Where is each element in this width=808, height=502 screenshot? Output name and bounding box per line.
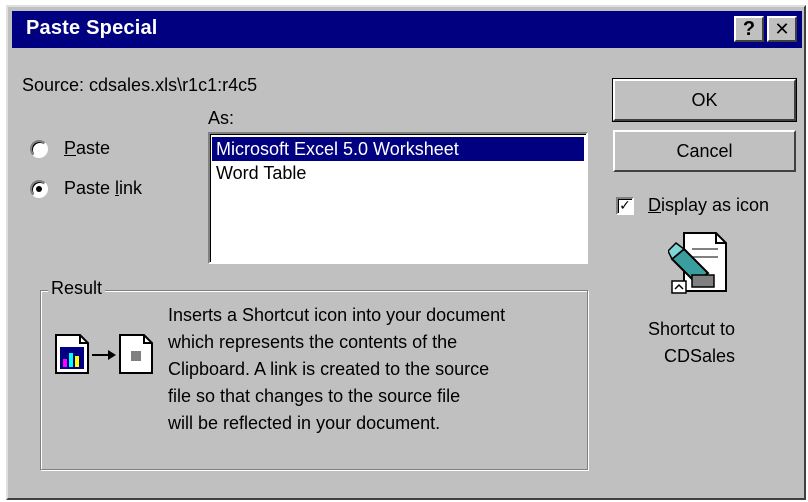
help-button[interactable]: ?	[734, 16, 764, 42]
display-as-icon-label-rest: isplay as icon	[661, 195, 770, 215]
paste-link-radio-label[interactable]: Paste link	[64, 178, 142, 199]
icon-caption-line2: CDSales	[664, 346, 736, 366]
radio-selected-dot	[36, 186, 42, 192]
ok-button[interactable]: OK	[612, 78, 797, 122]
paste-special-dialog: Paste Special ? ✕ Source: cdsales.xls\r1…	[6, 5, 806, 500]
list-item[interactable]: Word Table	[212, 161, 584, 185]
as-label: As:	[208, 108, 235, 128]
title-bar[interactable]: Paste Special ? ✕	[12, 11, 802, 48]
cancel-button[interactable]: Cancel	[613, 130, 796, 172]
display-as-icon-label[interactable]: Display as icon	[648, 195, 769, 216]
result-text-line: which represents the contents of the	[168, 332, 458, 352]
result-text-line: Clipboard. A link is created to the sour…	[168, 359, 490, 379]
paste-radio[interactable]	[30, 140, 48, 158]
paste-link-label-start: Paste	[64, 178, 116, 198]
paste-radio-label-rest: aste	[76, 138, 111, 158]
as-listbox[interactable]: Microsoft Excel 5.0 Worksheet Word Table	[208, 132, 588, 264]
close-button[interactable]: ✕	[767, 16, 797, 42]
result-text-line: Inserts a Shortcut icon into your docume…	[168, 305, 506, 325]
paste-radio-label[interactable]: Paste	[64, 138, 110, 159]
result-text-line: file so that changes to the source file	[168, 386, 461, 406]
list-item[interactable]: Microsoft Excel 5.0 Worksheet	[212, 137, 584, 161]
arrow-icon	[92, 350, 116, 360]
display-as-icon-checkbox[interactable]: ✓	[616, 197, 634, 215]
dialog-title: Paste Special	[26, 17, 158, 39]
paste-link-label-rest: ink	[119, 178, 143, 198]
icon-caption-line1: Shortcut to	[648, 319, 736, 339]
shortcut-icon[interactable]	[667, 229, 732, 299]
result-group-label: Result	[48, 278, 106, 299]
result-text-line: will be reflected in your document.	[168, 413, 441, 433]
chart-document-icon	[55, 334, 89, 374]
paste-link-radio[interactable]	[30, 180, 48, 198]
result-illustration	[50, 329, 160, 379]
paste-radio-mnemonic: P	[64, 138, 77, 158]
blank-document-icon	[119, 334, 153, 374]
source-label: Source: cdsales.xls\r1c1:r4c5	[22, 75, 258, 95]
display-as-icon-mnemonic: D	[648, 195, 661, 215]
